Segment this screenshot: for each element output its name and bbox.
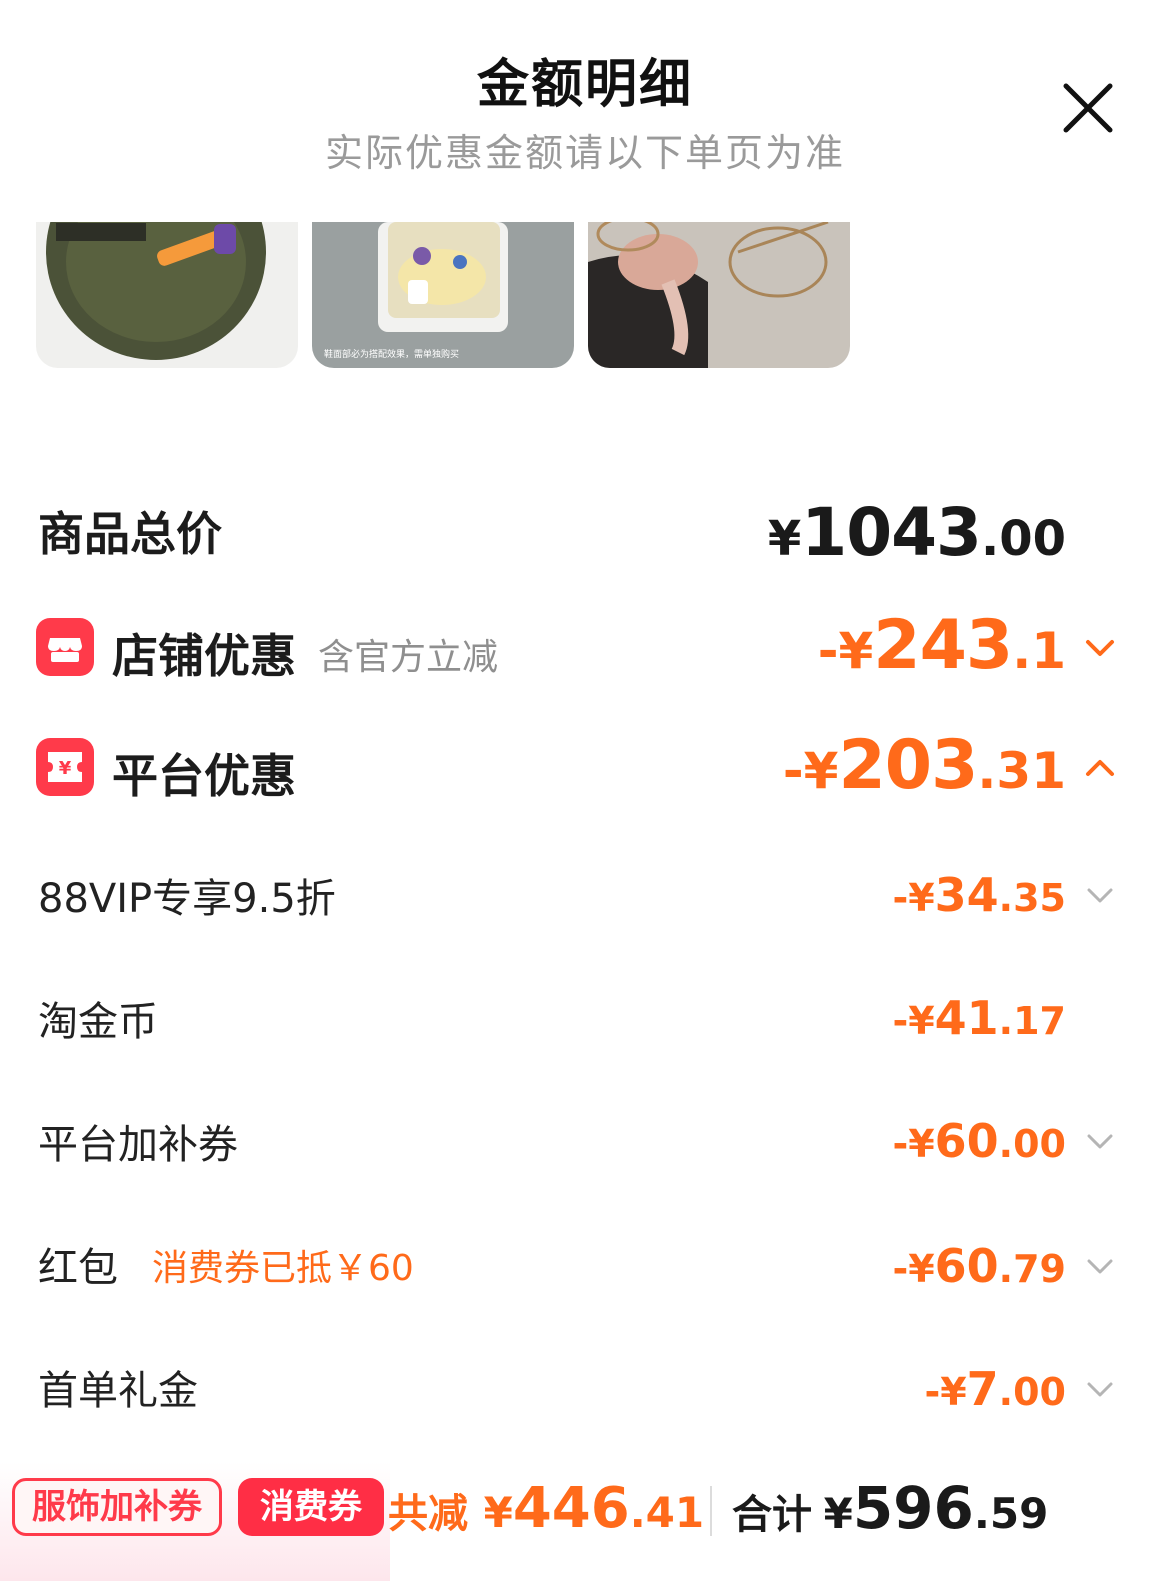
thumbnail-caption: 鞋面部必为搭配效果，需单独购买 — [324, 350, 460, 360]
amount-sign: -¥ — [817, 622, 874, 680]
amount-sign: -¥ — [892, 876, 935, 920]
platform-item-row-taojinbi[interactable]: 淘金币 -¥41.17 — [0, 985, 1170, 1055]
amount-decimal: .79 — [998, 1247, 1066, 1291]
amount-decimal: .17 — [998, 999, 1066, 1043]
product-thumbnail-bag[interactable] — [36, 222, 298, 368]
consumption-coupon-tag[interactable]: 消费券 — [238, 1478, 384, 1536]
amount-detail-sheet: 金额明细 实际优惠金额请以下单页为准 鞋面部必为搭配效果，需单独购买 商品总价 … — [0, 0, 1170, 1581]
amount-integer: 41 — [934, 991, 999, 1045]
sheet-title: 金额明细 — [476, 55, 693, 115]
chevron-up-icon[interactable] — [1084, 756, 1116, 784]
amount-sign: -¥ — [892, 1247, 935, 1291]
chevron-down-icon[interactable] — [1086, 1132, 1114, 1156]
store-discount-amount: -¥243.1 — [818, 606, 1066, 685]
product-thumbnail-glasses[interactable] — [588, 222, 850, 368]
svg-text:¥: ¥ — [59, 758, 72, 779]
amount-decimal: .1 — [1012, 622, 1066, 680]
platform-item-label: 88VIP专享9.5折 — [38, 876, 336, 922]
platform-item-amount: -¥7.00 — [924, 1362, 1066, 1416]
amount-sign: -¥ — [892, 999, 935, 1043]
platform-item-label: 淘金币 — [38, 999, 158, 1045]
saved-integer: 446 — [512, 1476, 630, 1541]
currency-symbol: ¥ — [823, 1489, 853, 1538]
sheet-subtitle: 实际优惠金额请以下单页为准 — [324, 131, 845, 175]
platform-item-label: 平台加补券 — [38, 1122, 238, 1168]
goods-total-amount: ¥1043.00 — [768, 494, 1066, 571]
store-discount-label: 店铺优惠 — [112, 629, 296, 683]
chevron-down-icon[interactable] — [1084, 636, 1116, 664]
chevron-down-icon[interactable] — [1086, 1257, 1114, 1281]
close-icon[interactable] — [1060, 80, 1116, 136]
currency-symbol: ¥ — [767, 511, 802, 567]
saved-label: 共减 — [388, 1491, 468, 1537]
grand-total: 合计 ¥596.59 — [732, 1474, 1048, 1542]
platform-item-row-red-packet[interactable]: 红包 消费券已抵￥60 -¥60.79 — [0, 1231, 1170, 1301]
amount-integer: 34 — [934, 868, 999, 922]
amount-integer: 7 — [966, 1362, 999, 1416]
amount-integer: 60 — [934, 1114, 999, 1168]
goods-total-row: 商品总价 ¥1043.00 — [0, 490, 1170, 571]
sheet-header: 金额明细 实际优惠金额请以下单页为准 — [0, 0, 1170, 215]
divider — [710, 1486, 712, 1536]
platform-item-row-platform-coupon[interactable]: 平台加补券 -¥60.00 — [0, 1108, 1170, 1178]
product-thumbnail-shoe[interactable]: 鞋面部必为搭配效果，需单独购买 — [312, 222, 574, 368]
store-discount-note: 含官方立减 — [318, 637, 499, 678]
amount-integer: 243 — [873, 606, 1013, 685]
amount-sign: -¥ — [782, 742, 839, 800]
yen-coupon-icon: ¥ — [36, 738, 94, 796]
amount-integer: 203 — [838, 726, 978, 805]
amount-decimal: .35 — [998, 876, 1066, 920]
platform-item-note: 消费券已抵￥60 — [152, 1248, 414, 1289]
bottom-summary-bar: 服饰加补券 消费券 共减 ¥446.41 合计 ¥596.59 — [0, 1462, 1170, 1581]
currency-symbol: ¥ — [483, 1488, 513, 1537]
apparel-coupon-tag[interactable]: 服饰加补券 — [12, 1478, 222, 1536]
platform-discount-amount: -¥203.31 — [783, 726, 1066, 805]
amount-integer: 1043 — [801, 494, 982, 571]
saved-decimal: .41 — [629, 1488, 705, 1537]
platform-item-amount: -¥60.00 — [892, 1114, 1066, 1168]
platform-discount-row[interactable]: ¥ 平台优惠 -¥203.31 — [0, 726, 1170, 820]
product-thumbnails: 鞋面部必为搭配效果，需单独购买 — [36, 222, 876, 368]
goods-total-label: 商品总价 — [38, 507, 222, 561]
platform-item-amount: -¥41.17 — [892, 991, 1066, 1045]
grand-total-integer: 596 — [852, 1474, 974, 1542]
grand-total-decimal: .59 — [973, 1489, 1049, 1538]
amount-decimal: .31 — [977, 742, 1066, 800]
chevron-down-icon[interactable] — [1086, 1380, 1114, 1404]
grand-total-label: 合计 — [732, 1492, 812, 1538]
amount-integer: 60 — [934, 1239, 999, 1293]
amount-decimal: .00 — [998, 1370, 1066, 1414]
shop-icon — [36, 618, 94, 676]
amount-decimal: .00 — [998, 1122, 1066, 1166]
amount-sign: -¥ — [924, 1370, 967, 1414]
platform-item-row-88vip[interactable]: 88VIP专享9.5折 -¥34.35 — [0, 862, 1170, 932]
platform-item-row-first-order-gift[interactable]: 首单礼金 -¥7.00 — [0, 1354, 1170, 1424]
platform-item-label: 首单礼金 — [38, 1368, 198, 1414]
store-discount-row[interactable]: 店铺优惠 含官方立减 -¥243.1 — [0, 606, 1170, 696]
amount-decimal: .00 — [980, 511, 1066, 567]
platform-item-amount: -¥60.79 — [892, 1239, 1066, 1293]
chevron-down-icon[interactable] — [1086, 886, 1114, 910]
platform-item-label: 红包 — [38, 1245, 118, 1291]
total-saved: 共减 ¥446.41 — [388, 1476, 704, 1541]
platform-item-amount: -¥34.35 — [892, 868, 1066, 922]
platform-discount-label: 平台优惠 — [112, 749, 296, 803]
amount-sign: -¥ — [892, 1122, 935, 1166]
